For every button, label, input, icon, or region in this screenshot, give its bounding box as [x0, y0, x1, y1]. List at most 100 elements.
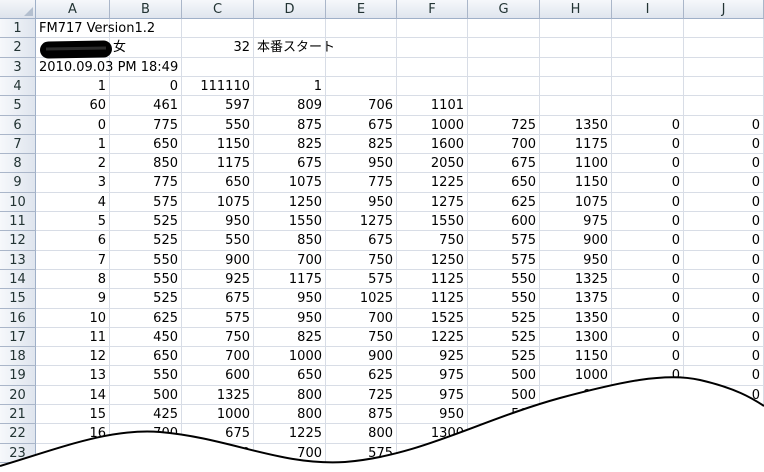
column-header-c[interactable]: C — [182, 0, 254, 19]
cell-h24[interactable] — [540, 463, 612, 472]
cell-e20[interactable]: 725 — [326, 386, 397, 405]
cell-f11[interactable]: 1550 — [397, 212, 468, 231]
cell-i4[interactable] — [612, 77, 684, 96]
column-header-b[interactable]: B — [110, 0, 182, 19]
cell-c12[interactable]: 550 — [182, 231, 254, 251]
cell-e5[interactable]: 706 — [326, 96, 397, 116]
cell-e9[interactable]: 775 — [326, 173, 397, 193]
cell-j12[interactable]: 0 — [684, 231, 764, 251]
cell-g22[interactable]: 500 — [468, 424, 540, 444]
cell-e18[interactable]: 900 — [326, 347, 397, 366]
cell-i7[interactable]: 0 — [612, 135, 684, 154]
cell-b15[interactable]: 525 — [110, 289, 182, 309]
cell-c21[interactable]: 1000 — [182, 405, 254, 424]
cell-f24[interactable] — [397, 463, 468, 472]
cell-c22[interactable]: 675 — [182, 424, 254, 444]
cell-e7[interactable]: 825 — [326, 135, 397, 154]
column-header-i[interactable]: I — [612, 0, 684, 19]
cell-c5[interactable]: 597 — [182, 96, 254, 116]
cell-i16[interactable]: 0 — [612, 309, 684, 328]
cell-a7[interactable]: 1 — [36, 135, 110, 154]
cell-e23[interactable]: 575 — [326, 444, 397, 463]
row-header-17[interactable]: 17 — [0, 328, 36, 347]
cell-b19[interactable]: 550 — [110, 366, 182, 386]
row-header-16[interactable]: 16 — [0, 309, 36, 328]
cell-a13[interactable]: 7 — [36, 251, 110, 270]
cell-h13[interactable]: 950 — [540, 251, 612, 270]
cell-f4[interactable] — [397, 77, 468, 96]
cell-d10[interactable]: 1250 — [254, 193, 326, 212]
cell-h5[interactable] — [540, 96, 612, 116]
cell-d11[interactable]: 1550 — [254, 212, 326, 231]
row-header-23[interactable]: 23 — [0, 444, 36, 463]
cell-b21[interactable]: 425 — [110, 405, 182, 424]
cell-a23[interactable]: 17 — [36, 444, 110, 463]
cell-b4[interactable]: 0 — [110, 77, 182, 96]
cell-h3[interactable] — [540, 58, 612, 77]
cell-h1[interactable] — [540, 19, 612, 38]
cell-e12[interactable]: 675 — [326, 231, 397, 251]
cell-f12[interactable]: 750 — [397, 231, 468, 251]
cell-j20[interactable]: 0 — [684, 386, 764, 405]
cell-a19[interactable]: 13 — [36, 366, 110, 386]
cell-b16[interactable]: 625 — [110, 309, 182, 328]
cell-c19[interactable]: 600 — [182, 366, 254, 386]
cell-i1[interactable] — [612, 19, 684, 38]
cell-j4[interactable] — [684, 77, 764, 96]
cell-c8[interactable]: 1175 — [182, 154, 254, 173]
row-header-1[interactable]: 1 — [0, 19, 36, 38]
row-header-22[interactable]: 22 — [0, 424, 36, 444]
cell-c10[interactable]: 1075 — [182, 193, 254, 212]
cell-j8[interactable]: 0 — [684, 154, 764, 173]
cell-i5[interactable] — [612, 96, 684, 116]
cell-d24[interactable]: 1025 — [254, 463, 326, 472]
cell-d6[interactable]: 875 — [254, 116, 326, 135]
cell-j9[interactable]: 0 — [684, 173, 764, 193]
cell-e1[interactable] — [326, 19, 397, 38]
row-header-9[interactable]: 9 — [0, 173, 36, 193]
cell-j22[interactable] — [684, 424, 764, 444]
cell-i8[interactable]: 0 — [612, 154, 684, 173]
cell-j14[interactable]: 0 — [684, 270, 764, 289]
cell-i18[interactable]: 0 — [612, 347, 684, 366]
cell-f3[interactable] — [397, 58, 468, 77]
cell-f20[interactable]: 975 — [397, 386, 468, 405]
cell-d12[interactable]: 850 — [254, 231, 326, 251]
cell-a6[interactable]: 0 — [36, 116, 110, 135]
cell-i13[interactable]: 0 — [612, 251, 684, 270]
cell-b24[interactable] — [110, 463, 182, 472]
cell-g15[interactable]: 550 — [468, 289, 540, 309]
cell-g12[interactable]: 575 — [468, 231, 540, 251]
cell-g18[interactable]: 525 — [468, 347, 540, 366]
cell-c1[interactable] — [182, 19, 254, 38]
cell-g7[interactable]: 700 — [468, 135, 540, 154]
cell-f16[interactable]: 1525 — [397, 309, 468, 328]
cell-f15[interactable]: 1125 — [397, 289, 468, 309]
cell-c17[interactable]: 750 — [182, 328, 254, 347]
row-header-20[interactable]: 20 — [0, 386, 36, 405]
row-header-18[interactable]: 18 — [0, 347, 36, 366]
cell-e19[interactable]: 625 — [326, 366, 397, 386]
cell-j7[interactable]: 0 — [684, 135, 764, 154]
row-header-7[interactable]: 7 — [0, 135, 36, 154]
row-header-15[interactable]: 15 — [0, 289, 36, 309]
cell-i6[interactable]: 0 — [612, 116, 684, 135]
cell-j19[interactable]: 0 — [684, 366, 764, 386]
cell-c3[interactable] — [182, 58, 254, 77]
cell-j24[interactable] — [684, 463, 764, 472]
cell-i10[interactable]: 0 — [612, 193, 684, 212]
cell-i24[interactable] — [612, 463, 684, 472]
cell-d8[interactable]: 675 — [254, 154, 326, 173]
cell-c14[interactable]: 925 — [182, 270, 254, 289]
column-header-f[interactable]: F — [397, 0, 468, 19]
column-header-d[interactable]: D — [254, 0, 326, 19]
cell-j5[interactable] — [684, 96, 764, 116]
cell-g19[interactable]: 500 — [468, 366, 540, 386]
cell-g11[interactable]: 600 — [468, 212, 540, 231]
cell-i20[interactable]: 0 — [612, 386, 684, 405]
cell-a14[interactable]: 8 — [36, 270, 110, 289]
cell-a12[interactable]: 6 — [36, 231, 110, 251]
cell-h6[interactable]: 1350 — [540, 116, 612, 135]
cell-j18[interactable]: 0 — [684, 347, 764, 366]
cell-j23[interactable] — [684, 444, 764, 463]
